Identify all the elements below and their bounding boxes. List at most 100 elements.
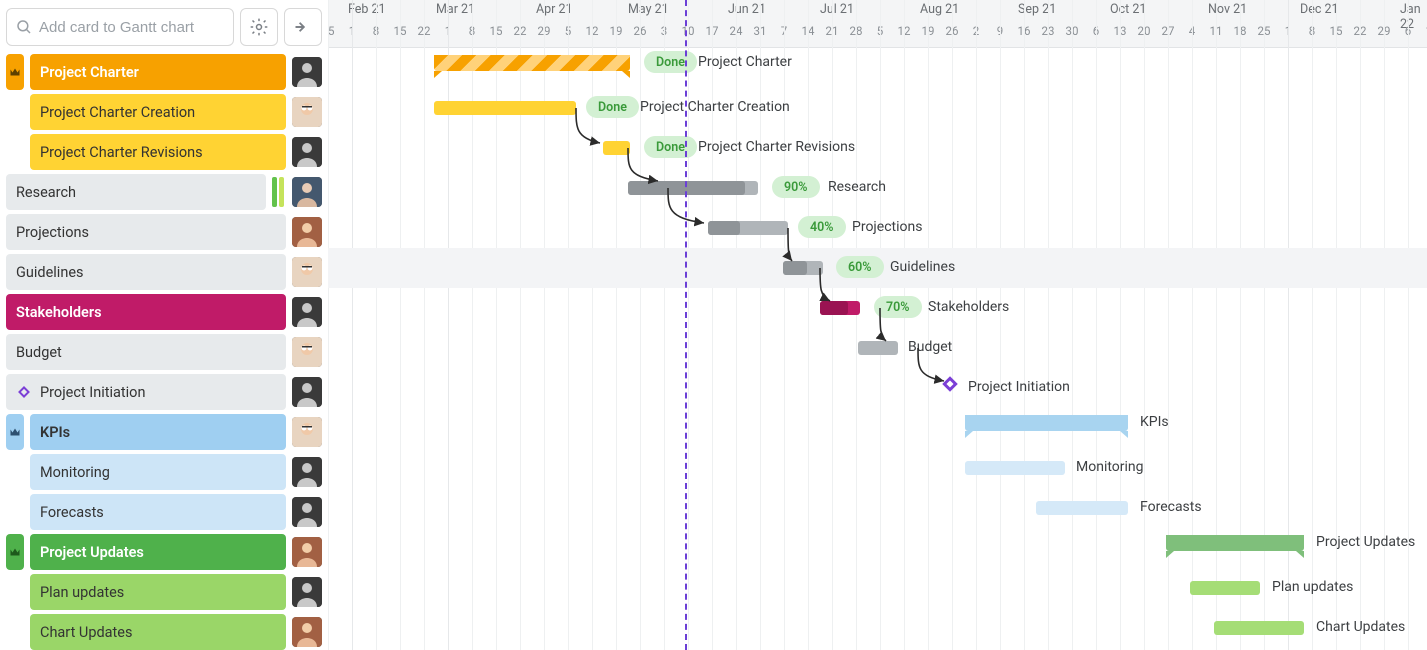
task-row[interactable]: Chart Updates bbox=[6, 614, 322, 650]
status-pill: 60% bbox=[836, 256, 884, 278]
task-row[interactable]: Project Charter Revisions bbox=[6, 134, 322, 170]
task-card[interactable]: Monitoring bbox=[30, 454, 286, 490]
gantt-bar[interactable] bbox=[434, 55, 630, 71]
gantt-bar-label: Research bbox=[828, 179, 886, 195]
task-row[interactable]: Project Charter bbox=[6, 54, 322, 90]
task-label: Forecasts bbox=[40, 504, 104, 521]
task-label: Projections bbox=[16, 224, 89, 241]
task-card[interactable]: Forecasts bbox=[30, 494, 286, 530]
gantt-bar[interactable] bbox=[434, 101, 576, 115]
avatar[interactable] bbox=[292, 497, 322, 527]
task-label: Monitoring bbox=[40, 464, 110, 481]
gantt-bar[interactable] bbox=[1214, 621, 1304, 635]
task-row[interactable]: Forecasts bbox=[6, 494, 322, 530]
gantt-bar-label: KPIs bbox=[1140, 414, 1169, 430]
gantt-bar-label: Project Updates bbox=[1316, 534, 1415, 550]
task-row[interactable]: Project Initiation bbox=[6, 374, 322, 410]
task-row[interactable]: Stakeholders bbox=[6, 294, 322, 330]
gantt-bar[interactable] bbox=[965, 461, 1065, 475]
color-tags bbox=[272, 177, 284, 207]
avatar[interactable] bbox=[292, 537, 322, 567]
gantt-bar-label: Stakeholders bbox=[928, 299, 1009, 315]
task-row[interactable]: Project Charter Creation bbox=[6, 94, 322, 130]
task-card[interactable]: KPIs bbox=[30, 414, 286, 450]
gantt-bar[interactable] bbox=[603, 141, 630, 155]
status-pill: 90% bbox=[772, 176, 820, 198]
gantt-bar-label: Project Charter bbox=[698, 54, 792, 70]
task-label: Guidelines bbox=[16, 264, 84, 281]
collapse-icon bbox=[293, 17, 313, 37]
task-row[interactable]: Projections bbox=[6, 214, 322, 250]
task-card[interactable]: Stakeholders bbox=[6, 294, 286, 330]
search-input[interactable] bbox=[39, 19, 225, 36]
expand-handle[interactable] bbox=[6, 534, 24, 570]
gantt-bar[interactable] bbox=[708, 221, 788, 235]
milestone-marker[interactable] bbox=[940, 374, 960, 398]
crown-icon bbox=[9, 426, 21, 438]
avatar[interactable] bbox=[292, 577, 322, 607]
avatar[interactable] bbox=[292, 57, 322, 87]
month-label: May 21 bbox=[628, 2, 669, 17]
task-label: Project Charter Revisions bbox=[40, 144, 203, 161]
settings-button[interactable] bbox=[240, 8, 278, 46]
avatar[interactable] bbox=[292, 177, 322, 207]
gantt-bar[interactable] bbox=[628, 181, 758, 195]
task-card[interactable]: Project Charter bbox=[30, 54, 286, 90]
avatar[interactable] bbox=[292, 337, 322, 367]
task-label: Plan updates bbox=[40, 584, 124, 601]
task-row[interactable]: Monitoring bbox=[6, 454, 322, 490]
task-row[interactable]: Plan updates bbox=[6, 574, 322, 610]
gantt-chart[interactable]: Feb 21Mar 21Apr 21May 21Jun 21Jul 21Aug … bbox=[328, 0, 1427, 650]
task-card[interactable]: Project Charter Revisions bbox=[30, 134, 286, 170]
avatar[interactable] bbox=[292, 217, 322, 247]
task-label: Project Initiation bbox=[40, 384, 145, 401]
gantt-bar-label: Guidelines bbox=[890, 259, 955, 275]
task-card[interactable]: Project Charter Creation bbox=[30, 94, 286, 130]
gantt-bar[interactable] bbox=[1166, 535, 1304, 551]
task-row[interactable]: Project Updates bbox=[6, 534, 322, 570]
status-pill: Done bbox=[644, 51, 697, 73]
avatar[interactable] bbox=[292, 417, 322, 447]
gantt-bar[interactable] bbox=[1190, 581, 1260, 595]
task-card[interactable]: Research bbox=[6, 174, 266, 210]
gantt-bar-label: Project Charter Revisions bbox=[698, 139, 855, 155]
task-card[interactable]: Projections bbox=[6, 214, 286, 250]
expand-handle[interactable] bbox=[6, 414, 24, 450]
avatar[interactable] bbox=[292, 257, 322, 287]
task-row[interactable]: Budget bbox=[6, 334, 322, 370]
gantt-bar-label: Chart Updates bbox=[1316, 619, 1405, 635]
search-icon bbox=[15, 18, 33, 36]
month-label: Oct 21 bbox=[1110, 2, 1146, 17]
task-label: KPIs bbox=[40, 424, 70, 441]
status-pill: Done bbox=[586, 96, 639, 118]
gantt-bar[interactable] bbox=[858, 341, 898, 355]
task-card[interactable]: Plan updates bbox=[30, 574, 286, 610]
avatar[interactable] bbox=[292, 377, 322, 407]
gantt-bar[interactable] bbox=[783, 261, 823, 275]
task-row[interactable]: KPIs bbox=[6, 414, 322, 450]
task-card[interactable]: Chart Updates bbox=[30, 614, 286, 650]
avatar[interactable] bbox=[292, 617, 322, 647]
collapse-button[interactable] bbox=[284, 8, 322, 46]
task-card[interactable]: Project Updates bbox=[30, 534, 286, 570]
status-pill: 70% bbox=[874, 296, 922, 318]
avatar[interactable] bbox=[292, 97, 322, 127]
gantt-bar[interactable] bbox=[820, 301, 860, 315]
expand-handle[interactable] bbox=[6, 54, 24, 90]
gantt-bar[interactable] bbox=[1036, 501, 1128, 515]
avatar[interactable] bbox=[292, 137, 322, 167]
task-card[interactable]: Project Initiation bbox=[6, 374, 286, 410]
status-pill: 40% bbox=[798, 216, 846, 238]
task-label: Stakeholders bbox=[16, 304, 102, 321]
task-card[interactable]: Guidelines bbox=[6, 254, 286, 290]
avatar[interactable] bbox=[292, 457, 322, 487]
task-row[interactable]: Guidelines bbox=[6, 254, 322, 290]
task-label: Research bbox=[16, 184, 76, 201]
gantt-bar[interactable] bbox=[965, 415, 1128, 431]
search-box[interactable] bbox=[6, 8, 234, 46]
crown-icon bbox=[9, 66, 21, 78]
avatar[interactable] bbox=[292, 297, 322, 327]
task-card[interactable]: Budget bbox=[6, 334, 286, 370]
task-row[interactable]: Research bbox=[6, 174, 322, 210]
month-label: Jul 21 bbox=[820, 2, 854, 17]
